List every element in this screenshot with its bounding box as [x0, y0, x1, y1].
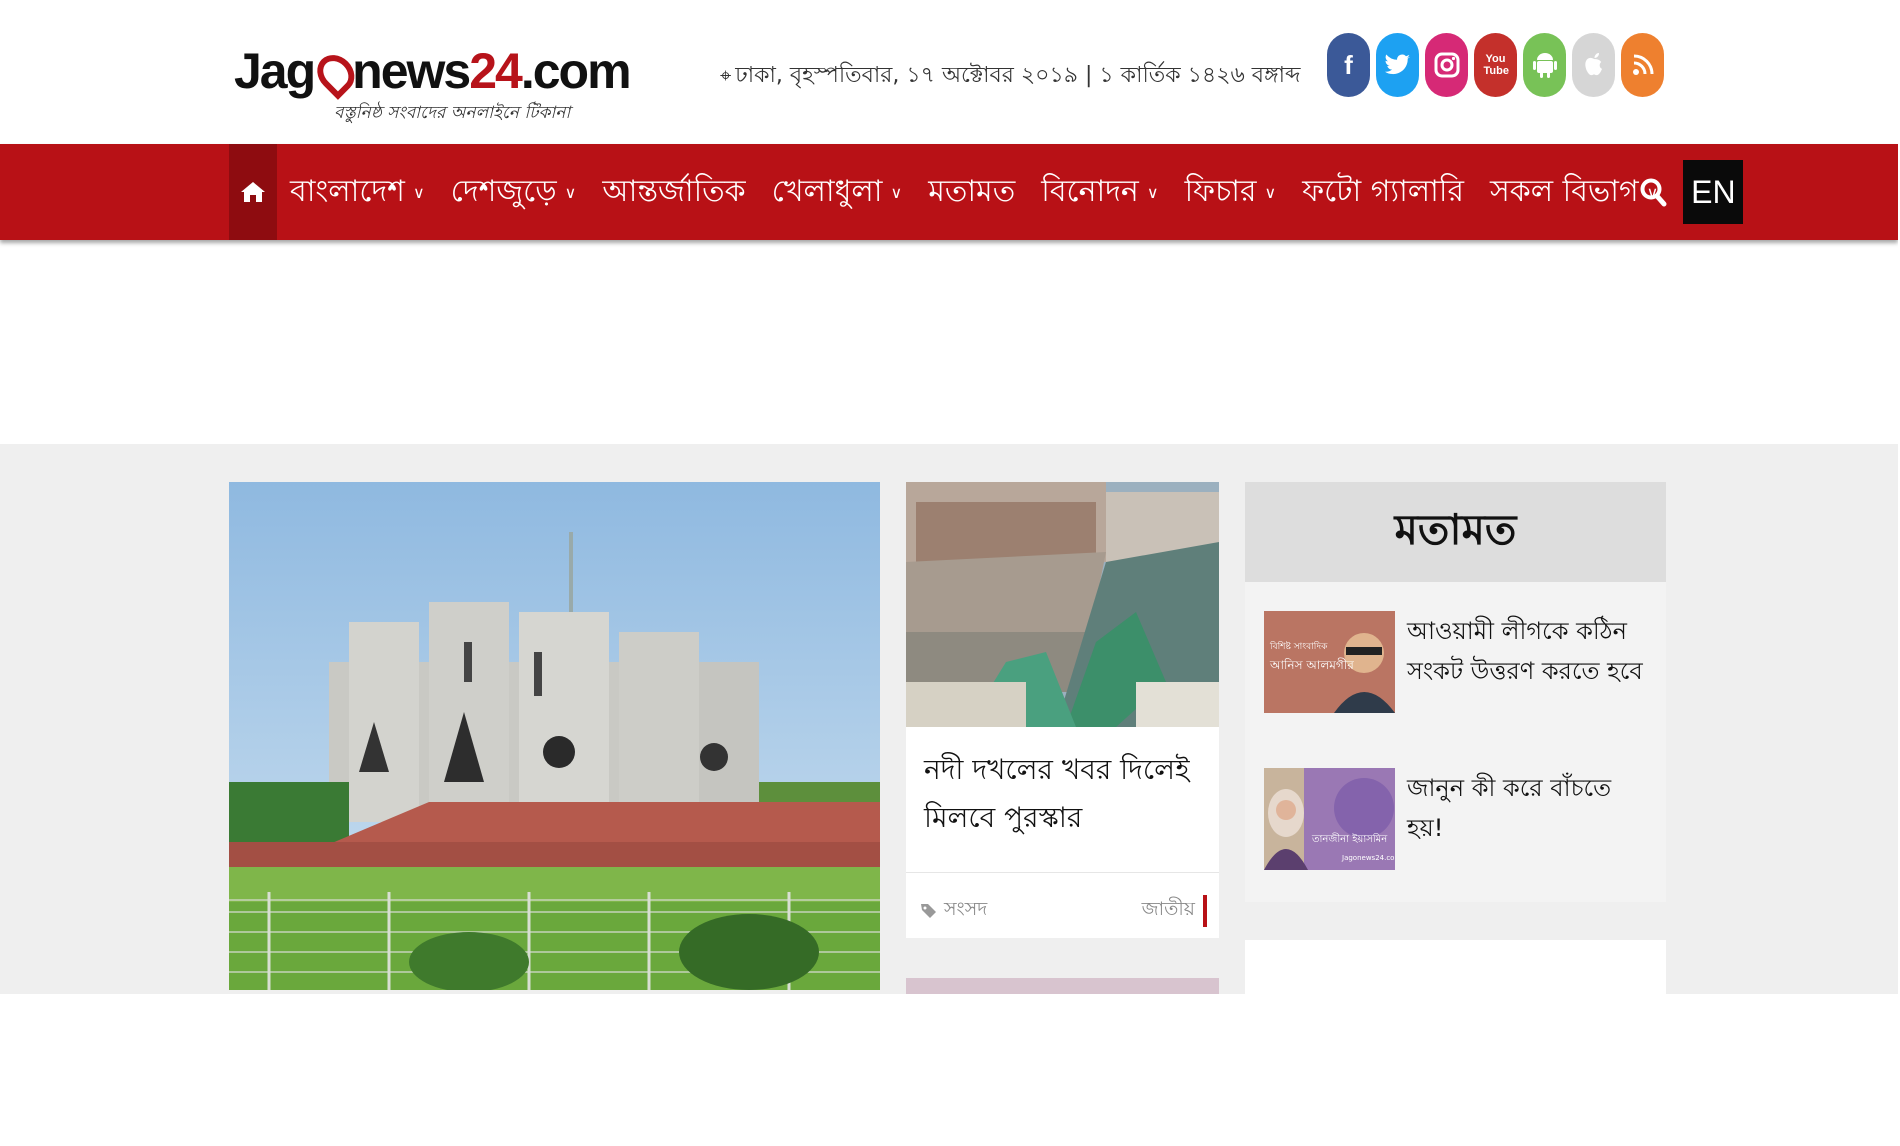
apple-icon[interactable] [1572, 33, 1615, 97]
chevron-down-icon: ∨ [564, 182, 577, 202]
home-icon [241, 182, 265, 202]
logo-jago: Jag [234, 43, 316, 99]
nav-item-deshjure[interactable]: দেশজুড়ে ∨ [438, 144, 590, 240]
nav-item-feature[interactable]: ফিচার ∨ [1172, 144, 1290, 240]
instagram-icon[interactable] [1425, 33, 1468, 97]
opinion-thumbnail[interactable]: বিশিষ্ট সাংবাদিক আনিস আলমগীর [1264, 611, 1395, 713]
english-version-button[interactable]: EN [1683, 160, 1744, 224]
nav-item-international[interactable]: আন্তর্জাতিক [589, 144, 758, 240]
chevron-down-icon: ∨ [1146, 182, 1159, 202]
logo-com: .com [520, 43, 632, 99]
browser-viewport: Jag news24.com বস্তুনিষ্ঠ সংবাদের অনলাইনে… [0, 0, 1898, 994]
rss-icon[interactable] [1621, 33, 1664, 97]
thumb-caption-2: Jagonews24.com [1341, 854, 1395, 862]
youtube-icon[interactable]: You Tube [1474, 33, 1517, 97]
thumb-caption-2: বিশিষ্ট সাংবাদিক [1269, 641, 1328, 652]
nav-item-entertainment[interactable]: বিনোদন ∨ [1028, 144, 1171, 240]
logo-wordmark: Jag news24.com [234, 42, 632, 100]
opinion-item[interactable]: তানজীনা ইয়াসমিন Jagonews24.com জানুন কী… [1264, 768, 1654, 870]
blank-area [0, 994, 1900, 1146]
chevron-down-icon: ∨ [412, 182, 425, 202]
news-card-category[interactable]: জাতীয় [1142, 895, 1207, 927]
content-area: নদী দখলের খবর দিলেই মিলবে পুরস্কার সংসদ … [0, 444, 1898, 994]
facebook-icon[interactable]: f [1327, 33, 1370, 97]
lead-story-image[interactable] [229, 482, 880, 990]
location-pin-icon: ⌖ [720, 63, 732, 87]
nav-item-bangladesh[interactable]: বাংলাদেশ ∨ [277, 144, 438, 240]
opinion-title[interactable]: জানুন কী করে বাঁচতে হয়! [1407, 768, 1653, 848]
date-line: ⌖ ঢাকা, বৃহস্পতিবার, ১৭ অক্টোবর ২০১৯ | ১ … [720, 58, 1300, 95]
chevron-down-icon: ∨ [890, 182, 903, 202]
opinion-title[interactable]: আওয়ামী লীগকে কঠিন সংকট উত্তরণ করতে হবে [1407, 611, 1653, 691]
logo-tagline: বস্তুনিষ্ঠ সংবাদের অনলাইনে টিকানা [334, 103, 571, 123]
opinion-item[interactable]: বিশিষ্ট সাংবাদিক আনিস আলমগীর আওয়ামী লীগ… [1264, 611, 1654, 713]
news-card-title[interactable]: নদী দখলের খবর দিলেই মিলবে পুরস্কার [924, 746, 1204, 842]
search-button[interactable] [1636, 172, 1670, 212]
date-text: ঢাকা, বৃহস্পতিবার, ১৭ অক্টোবর ২০১৯ | ১ ক… [735, 63, 1301, 88]
android-icon[interactable] [1523, 33, 1566, 97]
home-button[interactable] [229, 144, 277, 240]
news-card-image[interactable] [906, 482, 1219, 727]
thumb-caption: আনিস আলমগীর [1269, 658, 1354, 672]
page: Jag news24.com বস্তুনিষ্ঠ সংবাদের অনলাইনে… [0, 0, 1900, 1146]
opinion-box: মতামত বিশিষ্ট সাংবাদিক আনিস আলমগীর আওয়া… [1245, 482, 1666, 902]
main-nav-items: বাংলাদেশ ∨ দেশজুড়ে ∨ আন্তর্জাতিক খেলাধুলা… [229, 144, 1744, 240]
tag-icon [921, 904, 936, 918]
news-card[interactable]: নদী দখলের খবর দিলেই মিলবে পুরস্কার সংসদ … [906, 482, 1219, 938]
main-nav: বাংলাদেশ ∨ দেশজুড়ে ∨ আন্তর্জাতিক খেলাধুলা… [0, 144, 1898, 240]
news-card-2-image[interactable] [906, 978, 1219, 994]
site-logo[interactable]: Jag news24.com বস্তুনিষ্ঠ সংবাদের অনলাইনে… [234, 32, 632, 132]
news-card-tag[interactable]: সংসদ [920, 895, 987, 927]
logo-news: news [352, 43, 471, 99]
chevron-down-icon: ∨ [1264, 182, 1277, 202]
opinion-thumbnail[interactable]: তানজীনা ইয়াসমিন Jagonews24.com [1264, 768, 1395, 870]
site-header: Jag news24.com বস্তুনিষ্ঠ সংবাদের অনলাইনে… [0, 0, 1898, 144]
social-links: f You Tube [1327, 33, 1664, 97]
opinion-heading[interactable]: মতামত [1245, 482, 1666, 582]
twitter-icon[interactable] [1376, 33, 1419, 97]
news-card-footer: সংসদ জাতীয় [906, 872, 1219, 938]
nav-item-sports[interactable]: খেলাধুলা ∨ [759, 144, 916, 240]
logo-number: 24 [469, 43, 523, 99]
thumb-caption: তানজীনা ইয়াসমিন [1311, 832, 1388, 845]
nav-item-photo-gallery[interactable]: ফটো গ্যালারি [1289, 144, 1477, 240]
search-icon [1640, 178, 1667, 207]
nav-item-opinion[interactable]: মতামত [915, 144, 1028, 240]
sidebar-box [1245, 940, 1666, 994]
